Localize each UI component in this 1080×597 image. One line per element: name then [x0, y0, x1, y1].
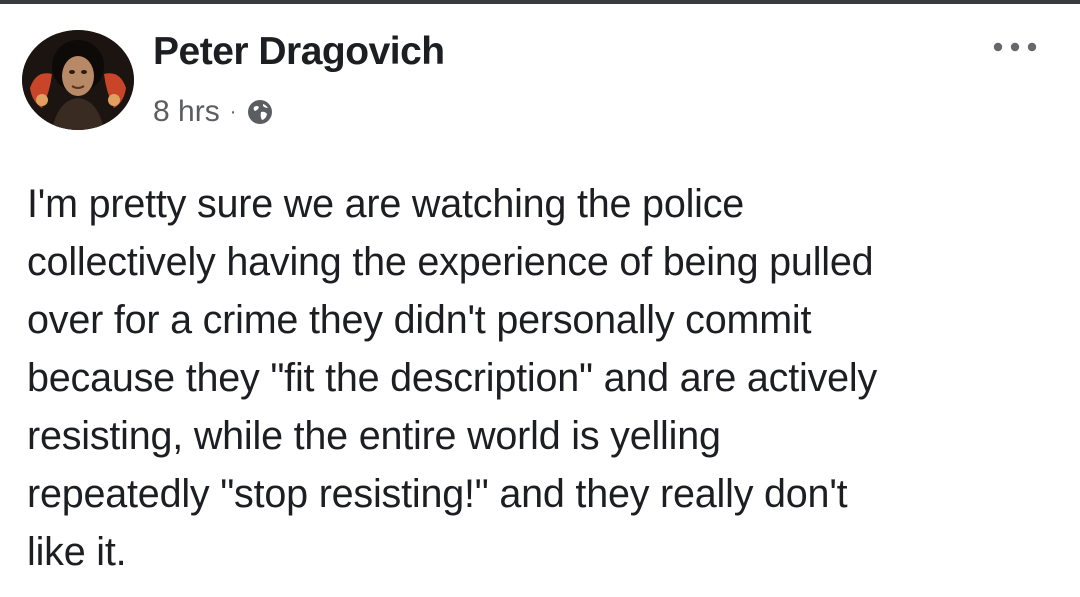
author-name[interactable]: Peter Dragovich	[153, 30, 445, 74]
post-meta: 8 hrs ·	[153, 94, 274, 130]
facebook-post: Peter Dragovich 8 hrs · I'm pretty sure …	[0, 0, 1080, 597]
globe-icon[interactable]	[246, 98, 274, 126]
avatar-image	[22, 30, 134, 130]
more-options-button[interactable]	[988, 34, 1042, 60]
post-text: I'm pretty sure we are watching the poli…	[27, 182, 878, 574]
avatar[interactable]	[22, 30, 134, 130]
more-options-icon	[993, 42, 1037, 52]
post-time[interactable]: 8 hrs	[153, 95, 220, 129]
meta-separator: ·	[229, 101, 237, 123]
